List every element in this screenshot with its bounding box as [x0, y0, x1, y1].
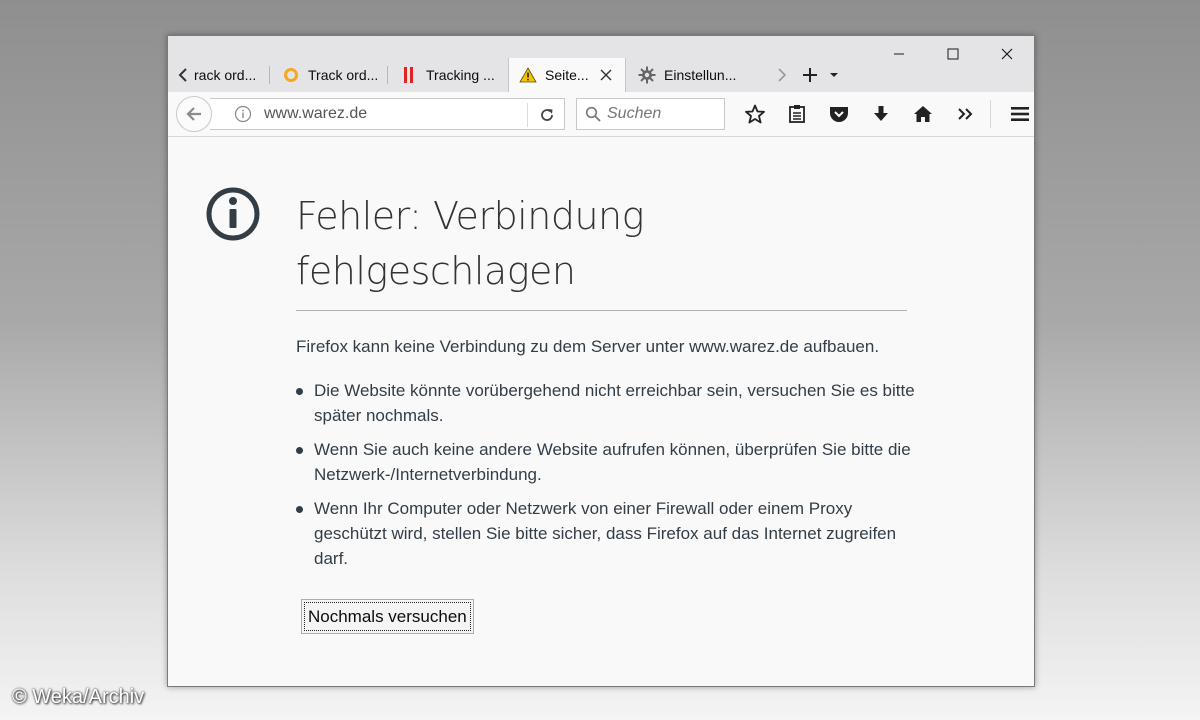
tab-strip: rack ord... Track ord... Tracking ... Se…: [168, 36, 1034, 92]
reload-button[interactable]: [535, 103, 559, 127]
warning-icon: [519, 66, 537, 84]
url-bar[interactable]: www.warez.de: [210, 98, 565, 130]
gear-icon: [638, 66, 656, 84]
retry-button[interactable]: Nochmals versuchen: [301, 599, 474, 634]
tab-label: Track ord...: [308, 67, 379, 83]
chevron-down-icon: [830, 73, 838, 77]
browser-window: rack ord... Track ord... Tracking ... Se…: [167, 35, 1035, 687]
info-circle-icon: [206, 187, 260, 241]
bullet-icon: [296, 447, 303, 454]
pocket-icon: [830, 107, 848, 122]
reload-icon: [541, 109, 553, 121]
navigation-toolbar: www.warez.de Suchen: [168, 92, 1034, 137]
tabs-row: rack ord... Track ord... Tracking ... Se…: [168, 58, 1034, 92]
bullet-icon: [296, 506, 303, 513]
tab-close-button[interactable]: [597, 66, 615, 84]
error-page: Fehler: Verbindung fehlgeschlagen Firefo…: [168, 137, 1034, 686]
plus-icon: [803, 68, 817, 82]
home-button[interactable]: [902, 98, 944, 130]
list-item: Wenn Sie auch keine andere Website aufru…: [296, 437, 916, 487]
error-title: Fehler: Verbindung fehlgeschlagen: [296, 194, 644, 293]
toolbar-buttons: [734, 98, 1041, 130]
reader-list-button[interactable]: [776, 98, 818, 130]
url-text: www.warez.de: [264, 105, 368, 122]
main-menu-button[interactable]: [999, 98, 1041, 130]
error-suggestions-list: Die Website könnte vorübergehend nicht e…: [296, 378, 916, 580]
image-credit: © Weka/Archiv: [12, 686, 145, 708]
back-button[interactable]: [176, 96, 212, 132]
hamburger-menu-icon: [1011, 107, 1029, 121]
close-icon: [600, 69, 612, 81]
tab-track-order-1[interactable]: rack ord...: [186, 58, 270, 92]
search-bar[interactable]: Suchen: [576, 98, 725, 130]
search-placeholder: Suchen: [607, 105, 662, 122]
tab-label: rack ord...: [194, 67, 257, 83]
info-icon[interactable]: [232, 103, 254, 125]
tab-tools: [768, 58, 844, 92]
list-item: Wenn Ihr Computer oder Netzwerk von eine…: [296, 496, 916, 571]
chevron-right-icon: [778, 68, 787, 82]
arrow-left-icon: [186, 107, 201, 121]
error-description: Firefox kann keine Verbindung zu dem Ser…: [296, 337, 880, 356]
tab-einstellungen[interactable]: Einstellun...: [628, 58, 756, 92]
download-arrow-icon: [874, 106, 888, 121]
overflow-menu-button[interactable]: [944, 98, 986, 130]
bullet-icon: [296, 388, 303, 395]
clipboard-list-icon: [789, 105, 805, 123]
pocket-button[interactable]: [818, 98, 860, 130]
tab-label: Einstellun...: [664, 67, 737, 83]
home-icon: [914, 106, 932, 122]
tab-track-order-2[interactable]: Track ord...: [272, 58, 388, 92]
downloads-button[interactable]: [860, 98, 902, 130]
red-bars-icon: [400, 66, 418, 84]
tab-seite-active[interactable]: Seite...: [508, 58, 626, 92]
orange-ring-icon: [282, 66, 300, 84]
star-icon: [745, 104, 765, 124]
tab-scroll-right-button[interactable]: [768, 61, 796, 89]
title-divider: [296, 310, 907, 311]
tab-label: Tracking ...: [426, 67, 495, 83]
search-icon: [585, 106, 601, 122]
tab-tracking[interactable]: Tracking ...: [390, 58, 508, 92]
bookmark-star-button[interactable]: [734, 98, 776, 130]
all-tabs-dropdown[interactable]: [824, 61, 844, 89]
list-item: Die Website könnte vorübergehend nicht e…: [296, 378, 916, 428]
new-tab-button[interactable]: [796, 61, 824, 89]
tab-label: Seite...: [545, 67, 589, 83]
double-chevron-right-icon: [958, 108, 973, 120]
